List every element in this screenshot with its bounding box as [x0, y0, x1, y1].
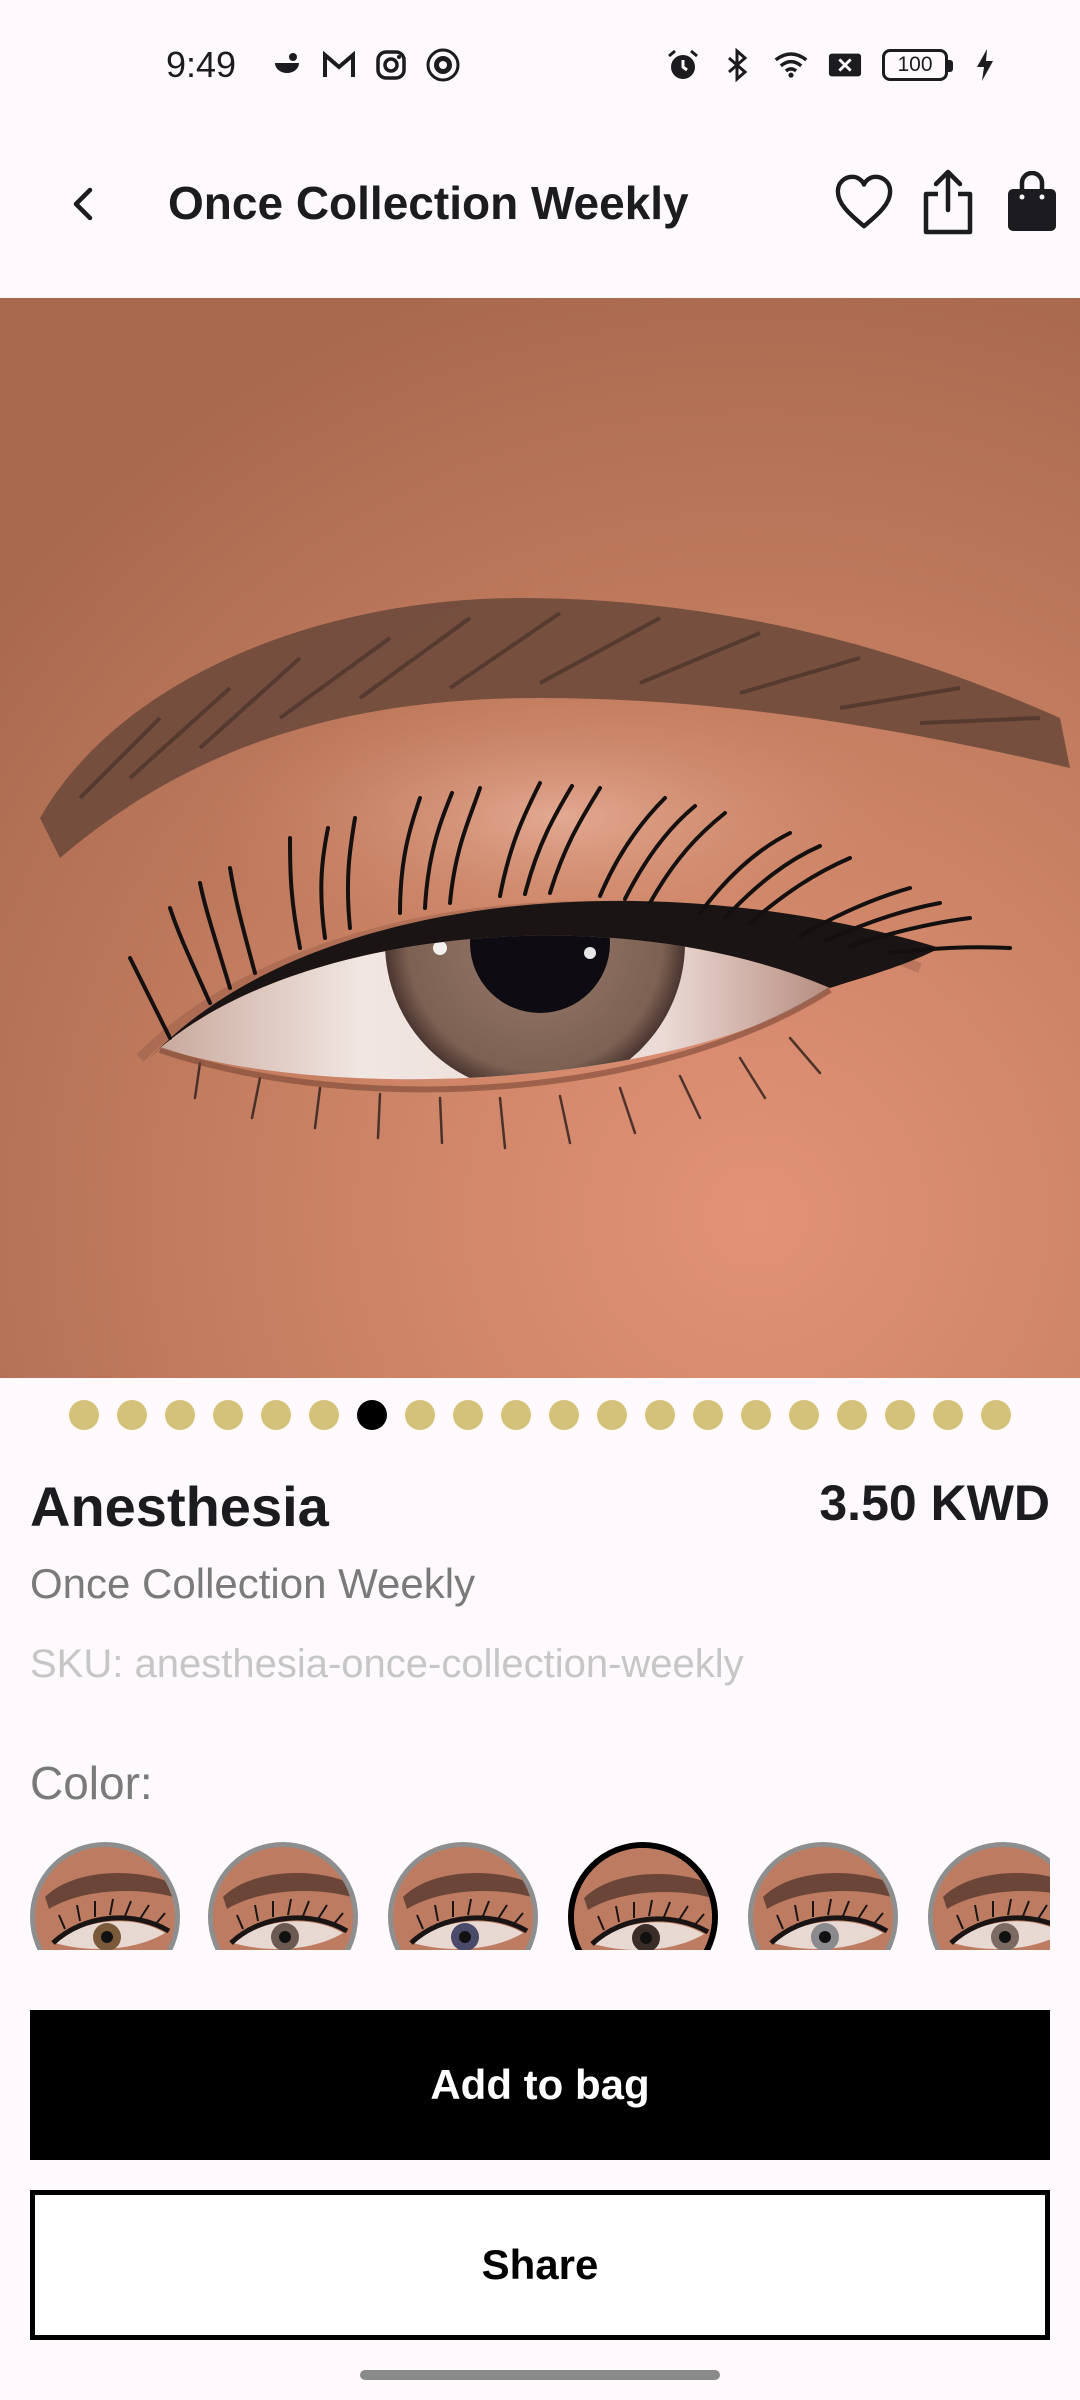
product-price: 3.50 KWD	[819, 1475, 1050, 1531]
swatch-eye-thumbnail	[933, 1847, 1050, 1950]
carousel-dot[interactable]	[309, 1400, 339, 1430]
swatch-eye-thumbnail	[574, 1848, 712, 1950]
gmail-icon	[322, 48, 356, 82]
color-swatch[interactable]	[568, 1842, 718, 1950]
status-left-icons	[270, 48, 460, 82]
share-icon-button[interactable]	[918, 166, 978, 238]
carousel-dot[interactable]	[741, 1400, 771, 1430]
carousel-indicator[interactable]	[0, 1400, 1080, 1436]
product-collection: Once Collection Weekly	[30, 1560, 476, 1607]
color-swatch[interactable]	[208, 1842, 358, 1950]
color-swatch[interactable]	[928, 1842, 1050, 1950]
bluetooth-icon	[720, 48, 754, 82]
back-button[interactable]	[52, 172, 116, 236]
battery-icon: 100	[882, 49, 953, 81]
shopping-bag-icon	[1008, 171, 1056, 231]
eye-photo	[0, 298, 1080, 1378]
product-name: Anesthesia	[30, 1475, 329, 1538]
swatch-eye-thumbnail	[35, 1847, 175, 1950]
swatch-eye-thumbnail	[393, 1847, 533, 1950]
carousel-dot[interactable]	[261, 1400, 291, 1430]
app-actions	[834, 166, 1062, 238]
favorite-button[interactable]	[834, 166, 894, 238]
carousel-dot[interactable]	[117, 1400, 147, 1430]
color-swatches	[30, 1842, 1050, 1950]
color-label: Color:	[30, 1757, 153, 1809]
club-badge-icon	[426, 48, 460, 82]
carousel-dot[interactable]	[405, 1400, 435, 1430]
product-image[interactable]	[0, 298, 1080, 1378]
no-signal-icon	[828, 48, 862, 82]
carousel-dot[interactable]	[213, 1400, 243, 1430]
carousel-dot[interactable]	[453, 1400, 483, 1430]
carousel-dot[interactable]	[549, 1400, 579, 1430]
color-swatch[interactable]	[388, 1842, 538, 1950]
carousel-dot[interactable]	[837, 1400, 867, 1430]
carousel-dot[interactable]	[981, 1400, 1011, 1430]
swatch-eye-thumbnail	[753, 1847, 893, 1950]
carousel-dot[interactable]	[885, 1400, 915, 1430]
alarm-icon	[666, 48, 700, 82]
carousel-dot[interactable]	[933, 1400, 963, 1430]
product-sku: SKU: anesthesia-once-collection-weekly	[30, 1642, 744, 1686]
color-swatch[interactable]	[748, 1842, 898, 1950]
carousel-dot[interactable]	[69, 1400, 99, 1430]
status-bar: 9:49 100	[0, 0, 1080, 136]
color-swatch[interactable]	[30, 1842, 180, 1950]
carousel-dot[interactable]	[645, 1400, 675, 1430]
instagram-icon	[374, 48, 408, 82]
bag-button[interactable]	[1002, 166, 1062, 238]
carousel-dot[interactable]	[597, 1400, 627, 1430]
carousel-dot[interactable]	[165, 1400, 195, 1430]
home-indicator[interactable]	[360, 2370, 720, 2380]
add-to-bag-button[interactable]: Add to bag	[30, 2010, 1050, 2160]
status-right-icons: 100	[666, 48, 1002, 82]
carousel-dot[interactable]	[501, 1400, 531, 1430]
heart-icon	[835, 174, 893, 229]
status-time: 9:49	[166, 44, 237, 85]
page-title: Once Collection Weekly	[168, 177, 689, 229]
notification-icon	[270, 48, 304, 82]
share-button[interactable]: Share	[30, 2190, 1050, 2340]
share-icon	[923, 169, 973, 235]
charging-icon	[968, 48, 1002, 82]
carousel-dot[interactable]	[357, 1400, 387, 1430]
app-bar: Once Collection Weekly	[0, 136, 1080, 298]
swatch-eye-thumbnail	[213, 1847, 353, 1950]
wifi-icon	[774, 48, 808, 82]
back-arrow-icon	[73, 187, 93, 221]
carousel-dot[interactable]	[789, 1400, 819, 1430]
carousel-dot[interactable]	[693, 1400, 723, 1430]
